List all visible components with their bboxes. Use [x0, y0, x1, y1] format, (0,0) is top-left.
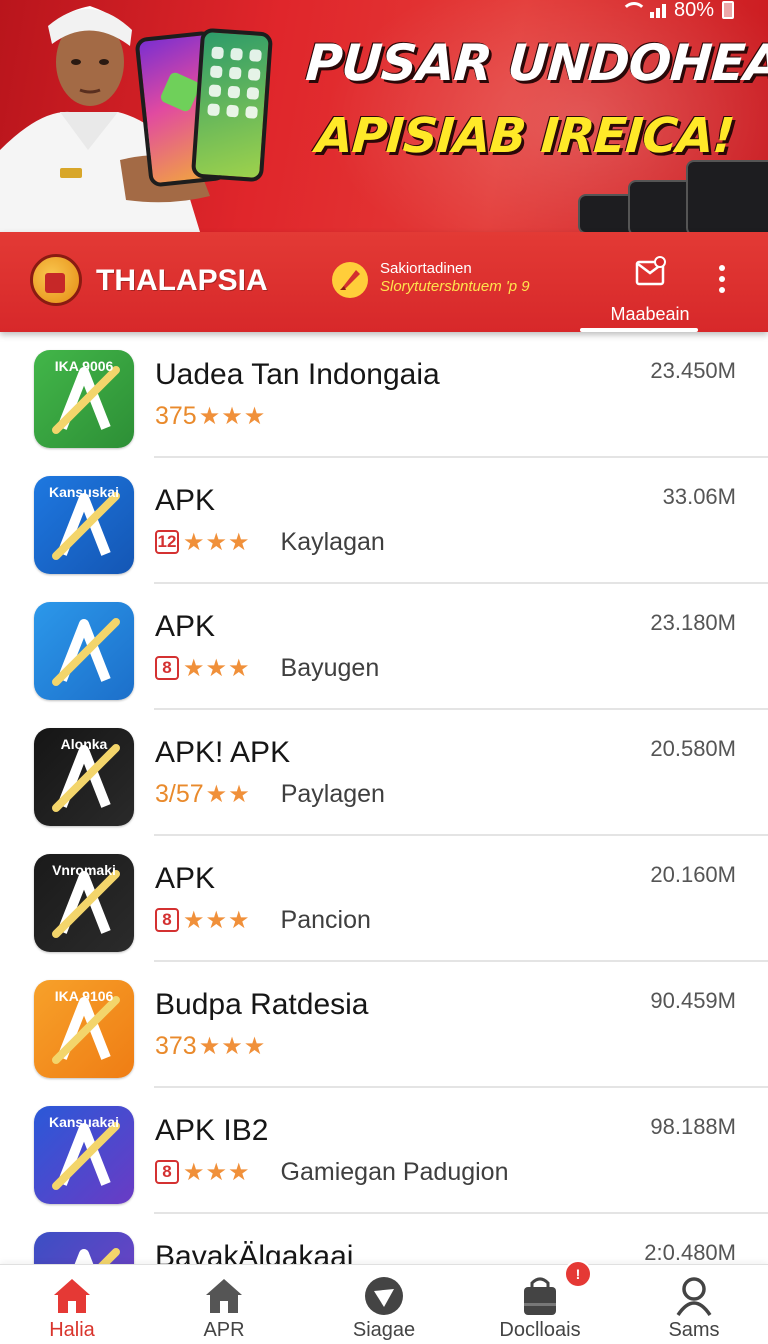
- app-list-item[interactable]: Alonka APK! APK 20.580M 3/57 ★★ Paylagen: [0, 710, 768, 836]
- app-icon[interactable]: Alonka: [34, 728, 134, 826]
- star-rating-icon: ★★★: [198, 402, 267, 430]
- nav-item-sams[interactable]: Sams: [624, 1265, 764, 1344]
- app-size: 90.459M: [650, 988, 736, 1013]
- app-title: BavakÄlgakaai: [155, 1240, 354, 1264]
- mail-icon: [635, 256, 666, 286]
- navigate-icon: [365, 1277, 403, 1315]
- home-outline-icon: [206, 1279, 242, 1313]
- star-rating-icon: ★★★: [183, 528, 251, 556]
- app-size: 20.160M: [650, 862, 736, 887]
- star-rating-icon: ★★★: [183, 906, 251, 934]
- banner-title: PUSAR UNDOHEAN: [303, 34, 768, 92]
- app-developer: Bayugen: [280, 653, 380, 682]
- shopping-bag-icon: [524, 1277, 556, 1315]
- age-rating-badge: 8: [155, 908, 179, 932]
- app-list-item[interactable]: Kansuakai APK IB2 98.188M 8 ★★★ Gamiegan Padu…: [0, 1088, 768, 1214]
- app-logo-icon[interactable]: [30, 254, 82, 306]
- nav-label: Siagae: [352, 1319, 416, 1341]
- app-icon[interactable]: IKA 9006: [34, 350, 134, 448]
- app-developer: Gamiegan Padugion: [280, 1157, 509, 1186]
- signal-icon: [649, 2, 666, 18]
- promo-phone-image: [190, 27, 274, 183]
- wifi-icon: [620, 2, 647, 18]
- app-rating: 8 ★★★ Pancion: [155, 906, 371, 934]
- app-icon-label: Alonka: [60, 736, 108, 752]
- app-size: 33.06M: [662, 484, 736, 509]
- app-list-item[interactable]: BavakÄlgakaai 2:0.480M: [0, 1214, 768, 1264]
- promo-line-2[interactable]: Slorytutersbntuem 'p 9: [380, 278, 530, 295]
- app-list-item[interactable]: Vnromaki APK 20.160M 8 ★★★ Pancion: [0, 836, 768, 962]
- promo-gadgets-image: [568, 150, 768, 232]
- app-size: 20.580M: [650, 736, 736, 761]
- nav-label: Sams: [668, 1319, 720, 1341]
- app-title: APK: [155, 862, 216, 895]
- app-icon[interactable]: Kansuskai: [34, 476, 134, 574]
- app-icon[interactable]: [34, 1232, 134, 1264]
- app-icon-label: Kansuakai: [48, 1114, 120, 1130]
- age-rating-badge: 8: [155, 1160, 179, 1184]
- app-list-item[interactable]: IKA 9006 Uadea Tan Indongaia 23.450M 375 ★★★: [0, 332, 768, 458]
- promo-banner[interactable]: 80% PUSAR UNDOHEAN APISIAB IREICA!: [0, 0, 768, 232]
- app-rating: 3/57 ★★ Paylagen: [155, 780, 385, 808]
- app-bar: THALAPSIA Sakiortadinen Slorytutersbntue…: [0, 232, 768, 332]
- app-rating: 8 ★★★ Bayugen: [155, 654, 379, 682]
- app-size: 23.180M: [650, 610, 736, 635]
- app-developer: Pancion: [280, 905, 371, 934]
- status-bar: 80%: [620, 0, 734, 21]
- app-rating: 8 ★★★ Gamiegan Padugion: [155, 1158, 509, 1186]
- app-developer: Kaylagan: [280, 527, 385, 556]
- app-list: IKA 9006 Uadea Tan Indongaia 23.450M 375 ★★★…: [0, 332, 768, 1264]
- app-title: Budpa Ratdesia: [155, 988, 369, 1021]
- nav-label: Doclloais: [499, 1319, 581, 1341]
- rating-number: 373: [155, 1031, 197, 1060]
- app-rating: 12 ★★★ Kaylagan: [155, 528, 385, 556]
- star-rating-icon: ★★★: [183, 1158, 251, 1186]
- promo-line-1[interactable]: Sakiortadinen: [380, 260, 472, 277]
- nav-item-home[interactable]: Halia: [2, 1265, 142, 1344]
- brand-name: THALAPSIA: [96, 264, 268, 297]
- star-rating-icon: ★★★: [183, 654, 251, 682]
- app-list-item[interactable]: Kansuskai APK 33.06M 12 ★★★ Kaylagan: [0, 458, 768, 584]
- notification-badge: !: [564, 1260, 592, 1288]
- app-list-item[interactable]: IKA 9106 Budpa Ratdesia 90.459M 373 ★★★: [0, 962, 768, 1088]
- app-size: 23.450M: [650, 358, 736, 383]
- battery-text: 80%: [673, 0, 714, 21]
- home-icon: [54, 1279, 90, 1313]
- nav-item-apr[interactable]: APR: [154, 1265, 294, 1344]
- app-icon-label: Kansuskai: [48, 484, 120, 500]
- nav-label: APR: [203, 1319, 245, 1341]
- app-list-item[interactable]: APK 23.180M 8 ★★★ Bayugen: [0, 584, 768, 710]
- rocket-icon[interactable]: [330, 260, 370, 300]
- app-icon[interactable]: [34, 602, 134, 700]
- app-title: APK! APK: [155, 736, 291, 769]
- star-rating-icon: ★★: [205, 780, 251, 808]
- app-icon-label: IKA 9106: [54, 988, 114, 1004]
- app-icon[interactable]: Vnromaki: [34, 854, 134, 952]
- nav-label: Halia: [49, 1319, 95, 1341]
- bottom-nav: Halia APR Siagae Doclloais Sams: [0, 1264, 768, 1344]
- rating-number: 3/57: [155, 779, 204, 808]
- age-rating-badge: 12: [155, 530, 179, 554]
- app-size: 98.188M: [650, 1114, 736, 1139]
- more-vert-icon[interactable]: [714, 262, 730, 302]
- app-size: 2:0.480M: [644, 1240, 736, 1264]
- app-icon[interactable]: IKA 9106: [34, 980, 134, 1078]
- app-icon-label: IKA 9006: [54, 358, 114, 374]
- app-title: APK IB2: [155, 1114, 269, 1147]
- person-icon: [676, 1277, 712, 1317]
- nav-item-siagae[interactable]: Siagae: [314, 1265, 454, 1344]
- inbox-label[interactable]: Maabeain: [588, 304, 712, 325]
- rating-number: 375: [155, 401, 197, 430]
- battery-icon: [722, 1, 734, 19]
- age-rating-badge: 8: [155, 656, 179, 680]
- app-rating: 373 ★★★: [155, 1032, 266, 1060]
- app-title: APK: [155, 484, 216, 517]
- app-title: Uadea Tan Indongaia: [155, 358, 440, 391]
- app-title: APK: [155, 610, 216, 643]
- app-developer: Paylagen: [280, 779, 385, 808]
- star-rating-icon: ★★★: [198, 1032, 267, 1060]
- app-icon[interactable]: Kansuakai: [34, 1106, 134, 1204]
- app-icon-label: Vnromaki: [52, 862, 116, 878]
- app-rating: 375 ★★★: [155, 402, 266, 430]
